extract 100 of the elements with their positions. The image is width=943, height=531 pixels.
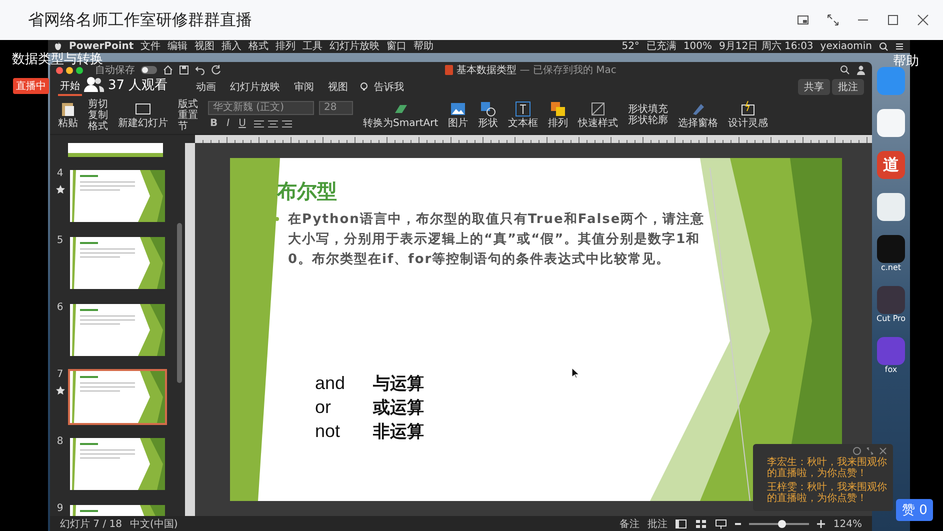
- menu-item[interactable]: 视图: [194, 40, 215, 53]
- slide-number: 8: [56, 436, 64, 447]
- apple-icon[interactable]: [54, 42, 62, 51]
- menu-item[interactable]: 幻灯片放映: [330, 40, 380, 53]
- ribbon-tab[interactable]: 幻灯片放映: [228, 79, 282, 95]
- clipboard-button[interactable]: 格式: [88, 120, 108, 132]
- selection-pane-button[interactable]: 选择窗格: [678, 101, 718, 129]
- normal-view-icon[interactable]: [675, 519, 688, 529]
- share-button[interactable]: 共享: [798, 79, 830, 95]
- new-slide-button[interactable]: 新建幻灯片: [118, 101, 168, 129]
- operator-keyword: not: [315, 420, 342, 442]
- slide-icon: [135, 101, 151, 117]
- chat-message: 王梓雯：秋叶，我来围观你的直播啦，为你点赞！: [767, 482, 887, 504]
- document-title: 基本数据类型 — 已保存到我的 Mac: [456, 64, 616, 77]
- filter-icon[interactable]: [853, 447, 861, 455]
- list-icon[interactable]: [895, 42, 904, 51]
- slide-option-button[interactable]: 节: [178, 120, 198, 132]
- slide-thumbnail[interactable]: [68, 369, 167, 425]
- menu-item[interactable]: 格式: [248, 40, 269, 53]
- menu-item[interactable]: 插入: [222, 40, 242, 53]
- menu-item[interactable]: 编辑: [168, 40, 188, 53]
- slide-number: 6: [56, 302, 64, 313]
- app-icon[interactable]: [877, 193, 905, 221]
- menu-item[interactable]: 文件: [140, 40, 161, 53]
- like-button[interactable]: 赞 0: [896, 499, 934, 521]
- notes-button[interactable]: 备注: [619, 517, 640, 531]
- designer-button[interactable]: 设计灵感: [728, 101, 768, 129]
- clipboard-button[interactable]: 剪切: [88, 98, 108, 110]
- status-text: 52°: [622, 40, 640, 53]
- search-icon[interactable]: [879, 42, 888, 51]
- operator-meaning: 或运算: [373, 396, 424, 418]
- menu-item[interactable]: 帮助: [414, 40, 434, 53]
- comments-button[interactable]: 批注: [647, 517, 668, 531]
- app-label: fox: [884, 365, 898, 374]
- lightbulb-icon[interactable]: [360, 82, 368, 92]
- redo-icon[interactable]: [211, 65, 221, 75]
- slide-thumbnail[interactable]: [68, 168, 167, 224]
- clipboard-button[interactable]: 复制: [88, 110, 108, 120]
- menu-item[interactable]: 排列: [276, 40, 296, 53]
- status-text: 9月12日 周六 16:03: [719, 40, 814, 53]
- presenter-icon[interactable]: [715, 519, 728, 529]
- undo-icon[interactable]: [195, 65, 205, 75]
- align-icon[interactable]: [252, 118, 293, 128]
- operator-keyword: or: [315, 396, 332, 418]
- ribbon-tab[interactable]: 视图: [326, 79, 350, 95]
- window-buttons-icon[interactable]: [56, 66, 83, 74]
- slide-thumbnail[interactable]: [68, 143, 163, 157]
- zoom-percent[interactable]: 124%: [833, 518, 862, 530]
- language-status[interactable]: 中文(中国): [130, 517, 178, 531]
- smartart-button[interactable]: 转换为SmartArt: [363, 101, 438, 129]
- expand-icon[interactable]: [827, 14, 839, 26]
- ribbon-tab[interactable]: 动画: [194, 79, 218, 95]
- arrange-button[interactable]: 排列: [548, 101, 568, 129]
- home-icon[interactable]: [163, 65, 173, 75]
- close-icon[interactable]: [917, 14, 929, 26]
- expand-icon[interactable]: [866, 447, 874, 455]
- scrollbar-thumb[interactable]: [177, 223, 182, 383]
- ribbon-tab[interactable]: 审阅: [292, 79, 316, 95]
- menu-item[interactable]: PowerPoint: [69, 40, 134, 53]
- save-icon[interactable]: [179, 65, 189, 75]
- app-icon[interactable]: [877, 109, 905, 137]
- menu-item[interactable]: 工具: [302, 40, 323, 53]
- picture-button[interactable]: 图片: [448, 101, 468, 129]
- font-size-field[interactable]: 28: [319, 100, 353, 114]
- format-button[interactable]: U: [236, 118, 248, 130]
- slide-thumbnail[interactable]: [68, 436, 167, 492]
- app-icon[interactable]: 道: [877, 151, 905, 179]
- shape-format-button[interactable]: 形状轮廓: [628, 115, 668, 126]
- person-icon[interactable]: [856, 65, 866, 75]
- shape-button[interactable]: 形状: [478, 101, 498, 129]
- search-icon[interactable]: [840, 65, 850, 75]
- menu-item[interactable]: 窗口: [386, 40, 407, 53]
- zoom-slider-thumb[interactable]: [778, 520, 786, 528]
- clipboard-icon: [60, 101, 76, 117]
- shape-format-button[interactable]: 形状填充: [628, 104, 668, 115]
- bullet-icon: [275, 217, 279, 221]
- status-text: 100%: [683, 40, 712, 53]
- style-button[interactable]: 快速样式: [578, 101, 618, 129]
- autosave-label: 自动保存: [95, 65, 135, 77]
- textbox-button[interactable]: 文本框: [508, 101, 538, 129]
- status-text: 已充满: [646, 40, 676, 53]
- autosave-toggle[interactable]: [141, 66, 157, 74]
- slide-thumbnail[interactable]: [68, 235, 167, 291]
- font-field[interactable]: 华文新魏 (正文): [208, 100, 314, 114]
- format-button[interactable]: I: [224, 118, 232, 130]
- app-icon[interactable]: [877, 235, 905, 263]
- tell-me-field[interactable]: 告诉我: [372, 79, 406, 95]
- slide-option-button[interactable]: 版式: [178, 98, 198, 110]
- slide-thumbnail[interactable]: [68, 302, 167, 358]
- pip-icon[interactable]: [797, 14, 809, 26]
- grid-view-icon[interactable]: [695, 519, 708, 529]
- maximize-icon[interactable]: [887, 14, 899, 26]
- slide-number: 5: [56, 235, 64, 246]
- comments-button[interactable]: 批注: [832, 79, 864, 95]
- format-button[interactable]: B: [208, 118, 220, 130]
- paste-button[interactable]: 粘贴: [58, 101, 78, 129]
- close-icon[interactable]: [879, 447, 887, 455]
- ribbon-tab[interactable]: 开始: [58, 78, 82, 96]
- slide-option-button[interactable]: 重置: [178, 110, 198, 120]
- zoom-in-icon[interactable]: [817, 520, 826, 528]
